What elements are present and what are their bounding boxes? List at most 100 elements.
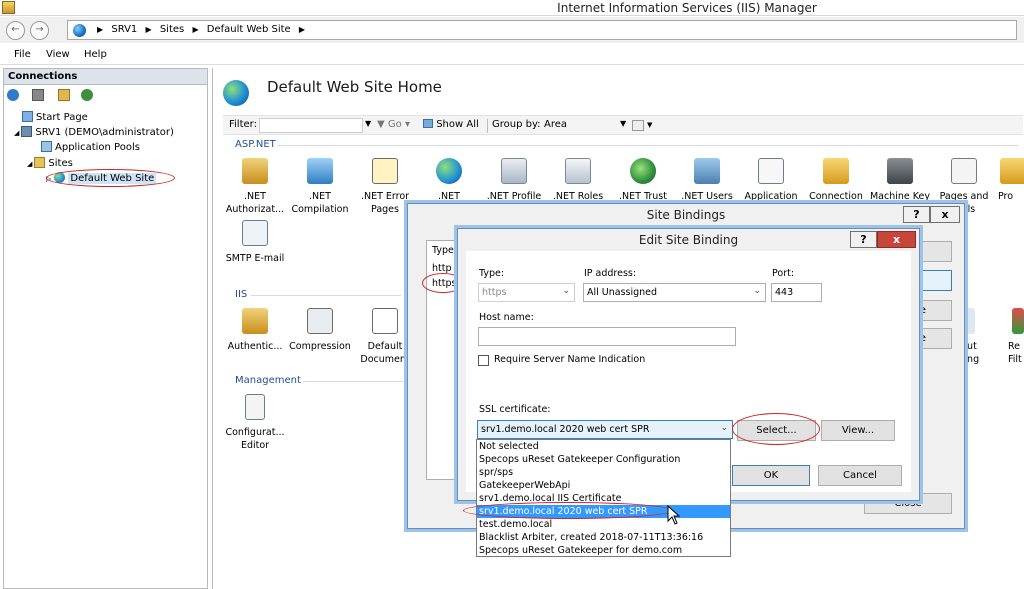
connections-toolbar [4, 85, 207, 105]
dropdown-arrow-icon[interactable]: ▼ [620, 119, 626, 128]
refresh-icon[interactable] [81, 89, 93, 101]
port-input[interactable]: 443 [771, 283, 822, 302]
forward-arrow-icon[interactable]: → [30, 21, 49, 40]
collapse-triangle-icon[interactable]: ◢ [14, 129, 19, 137]
feature-configuration-editor[interactable]: Configurat... Editor [224, 394, 286, 452]
menu-help[interactable]: Help [84, 49, 107, 60]
ssl-certificate-dropdown[interactable]: Not selected Specops uReset Gatekeeper C… [476, 439, 731, 557]
connection-icon [823, 158, 849, 184]
type-label: Type: [479, 268, 505, 279]
ssl-certificate-label: SSL certificate: [479, 404, 551, 415]
users-icon [694, 158, 720, 184]
dropdown-option[interactable]: srv1.demo.local IIS Certificate [477, 492, 730, 505]
feature-machine-key[interactable]: Machine Key [869, 158, 931, 203]
go-button[interactable]: ▼ Go ▾ [377, 119, 410, 130]
expand-triangle-icon[interactable]: ▷ [46, 175, 51, 183]
select-button[interactable]: Select... [737, 420, 816, 441]
section-divider [251, 295, 401, 296]
menu-bar: File View Help [0, 45, 1024, 65]
tree-item-start-page[interactable]: Start Page [22, 111, 88, 123]
feature-providers[interactable]: Pro [995, 158, 1024, 203]
close-icon[interactable]: x [877, 231, 916, 248]
breadcrumb[interactable]: ▶ SRV1 ▶ Sites ▶ Default Web Site ▶ [67, 20, 1017, 40]
breadcrumb-default-web-site[interactable]: Default Web Site [207, 24, 291, 35]
tree-item-srv1[interactable]: ◢ SRV1 (DEMO\administrator) [14, 126, 174, 138]
type-select: https ⌄ [478, 283, 575, 302]
dropdown-option[interactable]: spr/sps [477, 466, 730, 479]
filter-input[interactable] [259, 118, 363, 133]
port-label: Port: [772, 268, 795, 279]
dropdown-arrow-icon[interactable]: ▼ [365, 119, 371, 128]
dropdown-arrow-icon[interactable]: ▼ [647, 121, 652, 129]
view-button[interactable]: View... [821, 420, 895, 441]
ip-address-select[interactable]: All Unassigned ⌄ [583, 283, 766, 302]
breadcrumb-sites[interactable]: Sites [160, 24, 184, 35]
ok-button[interactable]: OK [732, 465, 810, 486]
tree-item-default-web-site[interactable]: ▷ Default Web Site [46, 172, 157, 184]
feature-authentication[interactable]: Authentic... [224, 308, 286, 353]
funnel-icon: ▼ [377, 119, 385, 130]
feature-net-roles[interactable]: .NET Roles [547, 158, 609, 203]
group-by-label: Group by: [492, 119, 541, 130]
dropdown-option[interactable]: test.demo.local [477, 518, 730, 531]
tree-item-application-pools[interactable]: Application Pools [41, 141, 140, 153]
close-icon[interactable]: x [930, 206, 960, 223]
feature-net-trust[interactable]: .NET Trust [612, 158, 674, 203]
connections-panel: Connections Start Page ◢ SRV1 (DEMO\admin… [3, 68, 208, 589]
globe-icon [436, 158, 462, 184]
feature-net-authorization[interactable]: .NET Authorizat... [224, 158, 286, 216]
dropdown-option-selected[interactable]: srv1.demo.local 2020 web cert SPR [477, 505, 730, 518]
sni-checkbox[interactable] [478, 355, 489, 366]
breadcrumb-srv1[interactable]: SRV1 [111, 24, 137, 35]
connect-icon[interactable] [7, 89, 19, 101]
feature-net-profile[interactable]: .NET Profile [483, 158, 545, 203]
group-by-select[interactable]: Area [544, 119, 567, 130]
dropdown-option[interactable]: Specops uReset Gatekeeper for demo.com [477, 544, 730, 557]
feature-application-settings[interactable]: Application [740, 158, 802, 203]
show-all-button[interactable]: Show All [423, 119, 479, 130]
warning-404-icon [372, 158, 398, 184]
config-editor-icon [245, 394, 265, 420]
save-icon[interactable] [32, 89, 44, 101]
feature-compression[interactable]: Compression [289, 308, 351, 353]
section-divider [278, 145, 1018, 146]
start-page-icon [22, 111, 33, 122]
feature-net-users[interactable]: .NET Users [676, 158, 738, 203]
list-item[interactable]: https [432, 278, 456, 289]
tree-item-sites[interactable]: ◢ Sites [27, 157, 73, 169]
default-doc-icon [372, 308, 398, 334]
feature-net-compilation[interactable]: .NET Compilation [289, 158, 351, 216]
ssl-certificate-select[interactable]: srv1.demo.local 2020 web cert SPR ⌄ [477, 420, 733, 439]
help-button[interactable]: ? [850, 231, 877, 248]
folder-up-icon[interactable] [58, 89, 70, 101]
help-button[interactable]: ? [903, 206, 930, 223]
feature-smtp-email[interactable]: SMTP E-mail [224, 220, 286, 265]
menu-view[interactable]: View [46, 49, 70, 60]
address-bar: ← → ▶ SRV1 ▶ Sites ▶ Default Web Site ▶ [0, 17, 1024, 43]
menu-file[interactable]: File [14, 49, 31, 60]
section-management: Management [235, 375, 301, 386]
feature-net-globalization[interactable]: .NET [418, 158, 480, 203]
dropdown-option[interactable]: Specops uReset Gatekeeper Configuration [477, 453, 730, 466]
section-iis: IIS [235, 289, 248, 300]
globe-icon [73, 24, 86, 37]
feature-request-filtering[interactable]: Re Filt [1008, 308, 1024, 366]
compression-icon [307, 308, 333, 334]
window-title: Internet Information Services (IIS) Mana… [557, 1, 817, 15]
view-grid-icon[interactable] [632, 120, 644, 131]
filter-label: Filter: [229, 119, 257, 130]
collapse-triangle-icon[interactable]: ◢ [27, 160, 32, 168]
title-bar: Internet Information Services (IIS) Mana… [0, 0, 1024, 16]
section-divider [303, 381, 403, 382]
host-name-input[interactable] [478, 327, 736, 346]
dropdown-option[interactable]: Blacklist Arbiter, created 2018-07-11T13… [477, 531, 730, 544]
sni-label: Require Server Name Indication [494, 354, 646, 365]
feature-connection-strings[interactable]: Connection [805, 158, 867, 203]
dropdown-option[interactable]: GatekeeperWebApi [477, 479, 730, 492]
list-item[interactable]: http [432, 263, 452, 274]
dropdown-option[interactable]: Not selected [477, 440, 730, 453]
trust-icon [630, 158, 656, 184]
cancel-button[interactable]: Cancel [818, 465, 902, 486]
lock-user-icon [242, 158, 268, 184]
back-arrow-icon[interactable]: ← [6, 21, 25, 40]
